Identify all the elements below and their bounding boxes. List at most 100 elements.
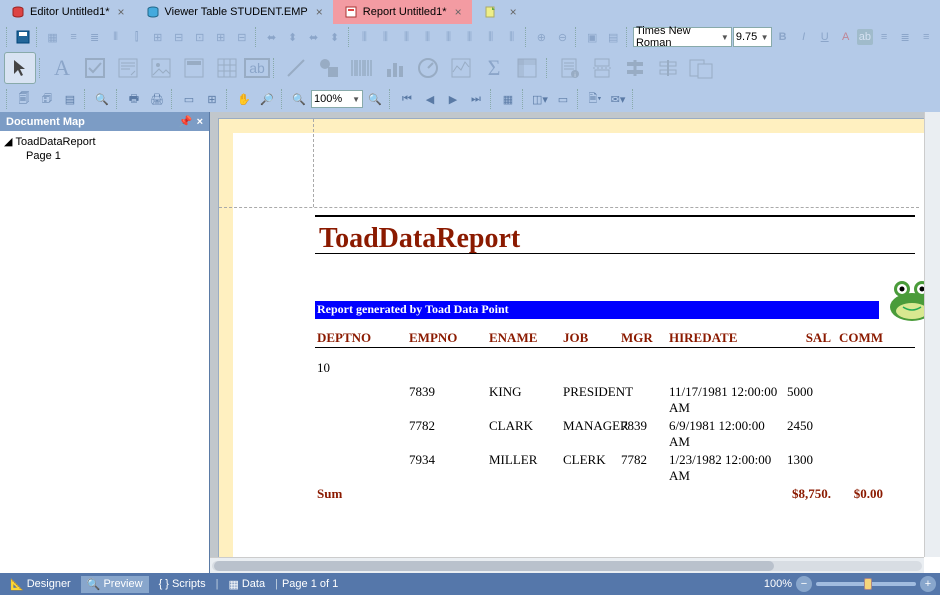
- font-family-select[interactable]: Times New Roman▼: [633, 27, 732, 47]
- pageinfo-icon[interactable]: i: [553, 52, 585, 84]
- order-icon[interactable]: ▤: [603, 26, 623, 48]
- align-icon[interactable]: ⫿: [127, 26, 147, 48]
- align-icon[interactable]: ≡: [64, 26, 84, 48]
- space-icon[interactable]: ⫼: [481, 26, 501, 48]
- center-icon[interactable]: ⊕: [531, 26, 551, 48]
- zoom-in-button[interactable]: +: [920, 576, 936, 592]
- shape-icon[interactable]: [313, 52, 345, 84]
- size-icon[interactable]: ⬌: [304, 26, 324, 48]
- space-icon[interactable]: ⫼: [502, 26, 522, 48]
- first-page-icon[interactable]: ⏮: [396, 88, 418, 110]
- collapse-icon[interactable]: ◢: [4, 135, 12, 148]
- space-icon[interactable]: ⫼: [460, 26, 480, 48]
- bold-icon[interactable]: B: [773, 26, 793, 48]
- space-icon[interactable]: ⫼: [396, 26, 416, 48]
- richtext-icon[interactable]: [112, 52, 144, 84]
- tab-designer[interactable]: 📐Designer: [4, 576, 77, 593]
- pagebreak-icon[interactable]: [586, 52, 618, 84]
- align-center-icon[interactable]: ≣: [895, 26, 915, 48]
- tab-data[interactable]: ▦Data: [222, 576, 271, 593]
- close-icon[interactable]: ×: [197, 116, 203, 128]
- checkbox-icon[interactable]: [79, 52, 111, 84]
- size-icon[interactable]: ⬍: [325, 26, 345, 48]
- zoom-select[interactable]: 100%▼: [311, 90, 363, 108]
- font-color-icon[interactable]: A: [836, 26, 856, 48]
- pointer-icon[interactable]: [4, 52, 36, 84]
- close-icon[interactable]: ×: [316, 5, 323, 19]
- zoom-slider[interactable]: [816, 582, 916, 586]
- email-icon[interactable]: ✉▾: [607, 88, 629, 110]
- last-page-icon[interactable]: ⏭: [465, 88, 487, 110]
- multipage-icon[interactable]: ▦: [497, 88, 519, 110]
- zoom-in-icon[interactable]: 🔍: [364, 88, 386, 110]
- image-icon[interactable]: [145, 52, 177, 84]
- tab-viewer[interactable]: Viewer Table STUDENT.EMP ×: [135, 0, 333, 24]
- crossline-icon[interactable]: [652, 52, 684, 84]
- pivot-icon[interactable]: [511, 52, 543, 84]
- background-color-icon[interactable]: ◫▾: [529, 88, 551, 110]
- export-icon[interactable]: 🗎▾: [584, 88, 606, 110]
- align-right-icon[interactable]: ≡: [916, 26, 936, 48]
- align-icon[interactable]: ⊞: [211, 26, 231, 48]
- space-icon[interactable]: ⫼: [375, 26, 395, 48]
- center-icon[interactable]: ⊖: [552, 26, 572, 48]
- highlight-icon[interactable]: ab: [857, 29, 873, 45]
- close-icon[interactable]: ×: [455, 5, 462, 19]
- line-icon[interactable]: [280, 52, 312, 84]
- align-icon[interactable]: ⊟: [232, 26, 252, 48]
- label-icon[interactable]: A: [46, 52, 78, 84]
- hand-icon[interactable]: ✋: [233, 88, 255, 110]
- gauge-icon[interactable]: [412, 52, 444, 84]
- panel-icon[interactable]: [178, 52, 210, 84]
- page-setup-icon[interactable]: ▭: [178, 88, 200, 110]
- font-size-select[interactable]: 9.75▼: [733, 27, 772, 47]
- size-icon[interactable]: ⬌: [262, 26, 282, 48]
- sigma-icon[interactable]: Σ: [478, 52, 510, 84]
- prev-page-icon[interactable]: ◀: [419, 88, 441, 110]
- subreport-icon[interactable]: [685, 52, 717, 84]
- align-left-icon[interactable]: ≡: [874, 26, 894, 48]
- search-icon[interactable]: 🔍: [91, 88, 113, 110]
- zoom-out-button[interactable]: −: [796, 576, 812, 592]
- scale-icon[interactable]: ⊞: [201, 88, 223, 110]
- tab-icon-only[interactable]: ×: [472, 0, 527, 24]
- quick-print-icon[interactable]: 🖨: [146, 88, 168, 110]
- barcode-icon[interactable]: [346, 52, 378, 84]
- close-icon[interactable]: ×: [118, 5, 125, 19]
- thumbnails-icon[interactable]: ▤: [59, 88, 81, 110]
- sparkline-icon[interactable]: [445, 52, 477, 84]
- order-icon[interactable]: ▣: [582, 26, 602, 48]
- crossband-icon[interactable]: [619, 52, 651, 84]
- tab-preview[interactable]: 🔍Preview: [81, 576, 149, 593]
- tab-editor[interactable]: Editor Untitled1* ×: [0, 0, 135, 24]
- align-icon[interactable]: ⊟: [169, 26, 189, 48]
- align-icon[interactable]: ⊞: [148, 26, 168, 48]
- close-icon[interactable]: ×: [510, 5, 517, 19]
- print-icon[interactable]: 🖶: [123, 88, 145, 110]
- magnifier-icon[interactable]: 🔎: [256, 88, 278, 110]
- chart-icon[interactable]: [379, 52, 411, 84]
- document-map-icon[interactable]: 🗐: [13, 88, 35, 110]
- watermark-icon[interactable]: ▭: [552, 88, 574, 110]
- size-icon[interactable]: ⬍: [283, 26, 303, 48]
- table-icon[interactable]: [211, 52, 243, 84]
- align-icon[interactable]: ≣: [85, 26, 105, 48]
- horizontal-scrollbar[interactable]: [210, 557, 924, 573]
- save-icon[interactable]: [13, 26, 33, 48]
- next-page-icon[interactable]: ▶: [442, 88, 464, 110]
- parameters-icon[interactable]: 🗊: [36, 88, 58, 110]
- space-icon[interactable]: ⫼: [354, 26, 374, 48]
- cell-icon[interactable]: ab: [244, 58, 270, 78]
- align-icon[interactable]: ⫴: [106, 26, 126, 48]
- tab-scripts[interactable]: { }Scripts: [153, 576, 212, 592]
- tab-report[interactable]: Report Untitled1* ×: [333, 0, 472, 24]
- space-icon[interactable]: ⫼: [418, 26, 438, 48]
- align-grid-icon[interactable]: ▦: [43, 26, 63, 48]
- space-icon[interactable]: ⫼: [439, 26, 459, 48]
- zoom-out-icon[interactable]: 🔍: [288, 88, 310, 110]
- align-icon[interactable]: ⊡: [190, 26, 210, 48]
- vertical-scrollbar[interactable]: [924, 112, 940, 557]
- pin-icon[interactable]: 📌: [179, 115, 193, 128]
- tree-root[interactable]: ◢ToadDataReport: [4, 135, 205, 148]
- italic-icon[interactable]: I: [794, 26, 814, 48]
